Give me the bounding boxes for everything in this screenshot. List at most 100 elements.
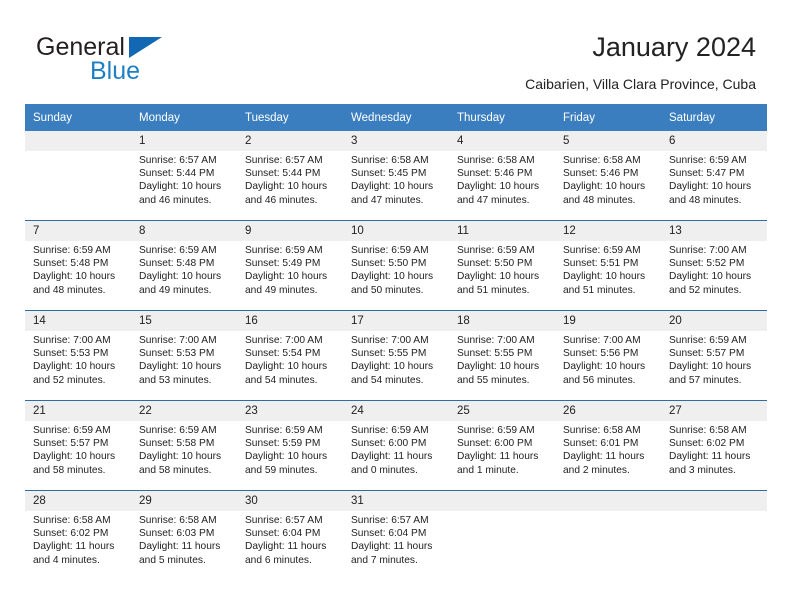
day-number: 19: [555, 311, 661, 331]
calendar-day-cell[interactable]: 14 Sunrise: 7:00 AM Sunset: 5:53 PM Dayligh…: [25, 310, 131, 401]
sunset-text: Sunset: 5:53 PM: [33, 348, 109, 360]
calendar-day-cell[interactable]: 22 Sunrise: 6:59 AM Sunset: 5:58 PM Dayligh…: [131, 400, 237, 491]
day-details: Sunrise: 6:59 AM Sunset: 5:58 PM Daylight:…: [131, 421, 237, 477]
calendar-day-cell[interactable]: 9 Sunrise: 6:59 AM Sunset: 5:49 PM Daylight…: [237, 220, 343, 311]
daylight-text: and 57 minutes.: [669, 374, 742, 386]
day-details: Sunrise: 7:00 AM Sunset: 5:56 PM Daylight:…: [555, 331, 661, 387]
daylight-text: and 48 minutes.: [669, 194, 742, 206]
weekday-header-tuesday: Tuesday: [237, 104, 343, 131]
day-number: 18: [449, 311, 555, 331]
day-number: 15: [131, 311, 237, 331]
calendar-day-cell[interactable]: 29 Sunrise: 6:58 AM Sunset: 6:03 PM Dayligh…: [131, 490, 237, 580]
daylight-text: Daylight: 10 hours: [457, 361, 540, 373]
daylight-text: and 4 minutes.: [33, 554, 100, 566]
daylight-text: and 48 minutes.: [33, 284, 106, 296]
daylight-text: and 54 minutes.: [351, 374, 424, 386]
daylight-text: Daylight: 11 hours: [33, 541, 115, 553]
daylight-text: Daylight: 10 hours: [351, 181, 434, 193]
calendar-day-cell[interactable]: 6 Sunrise: 6:59 AM Sunset: 5:47 PM Daylight…: [661, 131, 767, 221]
calendar-day-cell[interactable]: 31 Sunrise: 6:57 AM Sunset: 6:04 PM Dayligh…: [343, 490, 449, 580]
day-details: Sunrise: 6:59 AM Sunset: 5:49 PM Daylight:…: [237, 241, 343, 297]
day-details: Sunrise: 6:59 AM Sunset: 5:59 PM Daylight:…: [237, 421, 343, 477]
day-details: Sunrise: 6:59 AM Sunset: 5:50 PM Daylight:…: [449, 241, 555, 297]
sunset-text: Sunset: 5:45 PM: [351, 168, 427, 180]
sunrise-text: Sunrise: 6:57 AM: [245, 515, 323, 526]
day-number: 1: [131, 131, 237, 151]
calendar-day-cell[interactable]: 25 Sunrise: 6:59 AM Sunset: 6:00 PM Dayligh…: [449, 400, 555, 491]
daylight-text: Daylight: 11 hours: [351, 451, 433, 463]
day-number: 6: [661, 131, 767, 151]
calendar-cell-empty: [25, 131, 131, 221]
calendar-day-cell[interactable]: 21 Sunrise: 6:59 AM Sunset: 5:57 PM Dayligh…: [25, 400, 131, 491]
daylight-text: Daylight: 10 hours: [139, 361, 222, 373]
day-details: Sunrise: 6:59 AM Sunset: 6:00 PM Daylight:…: [449, 421, 555, 477]
calendar-day-cell[interactable]: 30 Sunrise: 6:57 AM Sunset: 6:04 PM Dayligh…: [237, 490, 343, 580]
daylight-text: and 51 minutes.: [563, 284, 636, 296]
calendar-day-cell[interactable]: 28 Sunrise: 6:58 AM Sunset: 6:02 PM Dayligh…: [25, 490, 131, 580]
daylight-text: and 52 minutes.: [669, 284, 742, 296]
calendar-day-cell[interactable]: 20 Sunrise: 6:59 AM Sunset: 5:57 PM Dayligh…: [661, 310, 767, 401]
sunrise-text: Sunrise: 6:58 AM: [139, 515, 217, 526]
calendar-day-cell[interactable]: 4 Sunrise: 6:58 AM Sunset: 5:46 PM Daylight…: [449, 131, 555, 221]
calendar-day-cell[interactable]: 11 Sunrise: 6:59 AM Sunset: 5:50 PM Dayligh…: [449, 220, 555, 311]
daylight-text: Daylight: 10 hours: [33, 271, 116, 283]
sunset-text: Sunset: 5:57 PM: [669, 348, 745, 360]
calendar-day-cell[interactable]: 3 Sunrise: 6:58 AM Sunset: 5:45 PM Daylight…: [343, 131, 449, 221]
sunrise-text: Sunrise: 6:59 AM: [139, 425, 217, 436]
calendar-day-cell[interactable]: 1 Sunrise: 6:57 AM Sunset: 5:44 PM Daylight…: [131, 131, 237, 221]
sunset-text: Sunset: 5:49 PM: [245, 258, 321, 270]
day-details: Sunrise: 6:59 AM Sunset: 5:57 PM Daylight:…: [25, 421, 131, 477]
day-number: [449, 491, 555, 511]
sunset-text: Sunset: 5:55 PM: [351, 348, 427, 360]
daylight-text: Daylight: 10 hours: [351, 361, 434, 373]
daylight-text: Daylight: 10 hours: [139, 451, 222, 463]
daylight-text: and 46 minutes.: [245, 194, 318, 206]
calendar-day-cell[interactable]: 19 Sunrise: 7:00 AM Sunset: 5:56 PM Dayligh…: [555, 310, 661, 401]
general-blue-logo[interactable]: General Blue: [36, 33, 216, 85]
sunrise-text: Sunrise: 6:58 AM: [351, 155, 429, 166]
day-details: Sunrise: 6:58 AM Sunset: 5:45 PM Daylight:…: [343, 151, 449, 207]
sunrise-text: Sunrise: 6:59 AM: [33, 425, 111, 436]
daylight-text: Daylight: 11 hours: [669, 451, 751, 463]
sunset-text: Sunset: 5:50 PM: [351, 258, 427, 270]
calendar-day-cell[interactable]: 16 Sunrise: 7:00 AM Sunset: 5:54 PM Dayligh…: [237, 310, 343, 401]
weekday-header-saturday: Saturday: [661, 104, 767, 131]
logo-triangle-icon: [129, 37, 162, 58]
sunrise-text: Sunrise: 6:59 AM: [351, 245, 429, 256]
sunrise-text: Sunrise: 6:59 AM: [669, 155, 747, 166]
sunrise-text: Sunrise: 6:57 AM: [351, 515, 429, 526]
calendar-day-cell[interactable]: 12 Sunrise: 6:59 AM Sunset: 5:51 PM Dayligh…: [555, 220, 661, 311]
day-number: 31: [343, 491, 449, 511]
daylight-text: Daylight: 10 hours: [351, 271, 434, 283]
calendar-day-cell[interactable]: 5 Sunrise: 6:58 AM Sunset: 5:46 PM Daylight…: [555, 131, 661, 221]
day-details: Sunrise: 6:58 AM Sunset: 6:03 PM Daylight:…: [131, 511, 237, 567]
day-details: Sunrise: 6:59 AM Sunset: 5:48 PM Daylight:…: [25, 241, 131, 297]
sunrise-text: Sunrise: 6:59 AM: [139, 245, 217, 256]
calendar-day-cell[interactable]: 10 Sunrise: 6:59 AM Sunset: 5:50 PM Dayligh…: [343, 220, 449, 311]
calendar-day-cell[interactable]: 26 Sunrise: 6:58 AM Sunset: 6:01 PM Dayligh…: [555, 400, 661, 491]
calendar-day-cell[interactable]: 24 Sunrise: 6:59 AM Sunset: 6:00 PM Dayligh…: [343, 400, 449, 491]
sunset-text: Sunset: 5:52 PM: [669, 258, 745, 270]
calendar-day-cell[interactable]: 13 Sunrise: 7:00 AM Sunset: 5:52 PM Dayligh…: [661, 220, 767, 311]
daylight-text: and 50 minutes.: [351, 284, 424, 296]
calendar-day-cell[interactable]: 17 Sunrise: 7:00 AM Sunset: 5:55 PM Dayligh…: [343, 310, 449, 401]
calendar-day-cell[interactable]: 7 Sunrise: 6:59 AM Sunset: 5:48 PM Daylight…: [25, 220, 131, 311]
calendar-cell-empty: [449, 490, 555, 580]
daylight-text: and 49 minutes.: [245, 284, 318, 296]
daylight-text: Daylight: 10 hours: [245, 451, 328, 463]
day-number: 17: [343, 311, 449, 331]
calendar-day-cell[interactable]: 18 Sunrise: 7:00 AM Sunset: 5:55 PM Dayligh…: [449, 310, 555, 401]
calendar-day-cell[interactable]: 23 Sunrise: 6:59 AM Sunset: 5:59 PM Dayligh…: [237, 400, 343, 491]
day-number: 12: [555, 221, 661, 241]
daylight-text: and 55 minutes.: [457, 374, 530, 386]
calendar-day-cell[interactable]: 27 Sunrise: 6:58 AM Sunset: 6:02 PM Dayligh…: [661, 400, 767, 491]
calendar-day-cell[interactable]: 8 Sunrise: 6:59 AM Sunset: 5:48 PM Daylight…: [131, 220, 237, 311]
calendar-day-cell[interactable]: 15 Sunrise: 7:00 AM Sunset: 5:53 PM Dayligh…: [131, 310, 237, 401]
calendar-day-cell[interactable]: 2 Sunrise: 6:57 AM Sunset: 5:44 PM Daylight…: [237, 131, 343, 221]
day-number: 26: [555, 401, 661, 421]
daylight-text: and 54 minutes.: [245, 374, 318, 386]
day-details: Sunrise: 6:57 AM Sunset: 6:04 PM Daylight:…: [343, 511, 449, 567]
page-header: General Blue January 2024 Caibarien, Vil…: [0, 0, 792, 100]
sunset-text: Sunset: 5:46 PM: [563, 168, 639, 180]
daylight-text: Daylight: 10 hours: [457, 271, 540, 283]
